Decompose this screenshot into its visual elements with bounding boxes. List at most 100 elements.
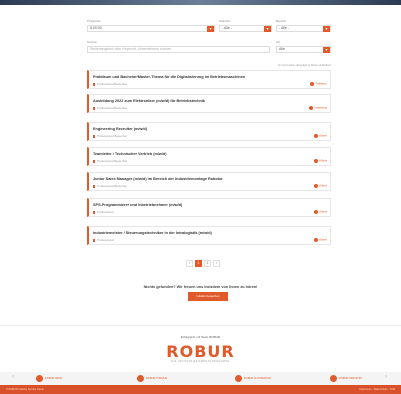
job-type-badge: Vollzeit <box>313 159 327 163</box>
site-logo-icon <box>36 375 43 382</box>
area-label: Bereich <box>276 19 287 23</box>
job-meta-text: Professional Bewerber <box>97 184 128 188</box>
job-card[interactable]: Industriemeister / Steuerungstechniker i… <box>87 226 331 245</box>
header-image-strip <box>0 0 401 5</box>
location-label: Standort <box>219 19 231 23</box>
badge-dot-icon <box>313 159 318 163</box>
badge-dot-icon <box>310 82 315 86</box>
pagination-page-2[interactable]: 2 <box>204 260 211 267</box>
area-value: - Alle - <box>279 26 289 30</box>
site-link-torque[interactable]: ROBUR TORQUE <box>137 375 167 382</box>
copyright-text: © ROBUR Industry Service Group <box>6 388 44 391</box>
job-meta: Professional Bewerber <box>93 82 127 86</box>
job-title: SPS-Programmierer und Inbetriebnehmer (m… <box>93 203 183 207</box>
job-meta: Professional Bewerber <box>93 184 127 188</box>
site-label: ROBUR TORQUE <box>146 377 168 380</box>
job-title: Teamleiter / Technischer Vertrieb (m/w/d… <box>93 152 167 156</box>
position-select[interactable]: 8.00.00 ▾ <box>87 25 215 32</box>
footer-divider <box>0 325 401 326</box>
pin-icon <box>93 184 95 188</box>
job-card[interactable]: SPS-Programmierer und Inbetriebnehmer (m… <box>87 198 331 217</box>
filter-note: Nur bei Cookies akzeptiert ist Stellen a… <box>277 64 331 67</box>
job-type-badge: Praktikum <box>310 82 327 86</box>
job-meta-text: Professional <box>97 238 114 242</box>
logo-subtitle: DIE INDUSTRIEKOMPETENZGRUPPE <box>171 360 230 363</box>
filter-panel: Positionen 8.00.00 ▾ Standort - Alle - ▾… <box>87 19 331 65</box>
job-meta-text: Professional Bewerber <box>97 82 128 86</box>
pagination-page-1[interactable]: 1 <box>195 260 202 267</box>
pagination-next-button[interactable]: › <box>213 260 220 267</box>
job-type-text: Ausbildung <box>314 106 327 110</box>
pin-icon <box>93 106 95 110</box>
job-type-text: Vollzeit <box>318 159 327 163</box>
job-title: Engineering Recruiter (m/w/d) <box>93 127 148 131</box>
job-card[interactable]: Teamleiter / Technischer Vertrieb (m/w/d… <box>87 147 331 166</box>
type-value: Alle <box>279 47 285 51</box>
pagination: ‹ 1 2 › <box>186 260 220 267</box>
site-logo-icon <box>235 375 242 382</box>
job-title: Industriemeister / Steuerungstechniker i… <box>93 231 212 235</box>
carousel-prev-icon[interactable]: ‹ <box>12 374 14 380</box>
type-select[interactable]: Alle ▾ <box>276 46 331 53</box>
job-meta: Professional <box>93 238 114 242</box>
bottom-bar: © ROBUR Industry Service Group Impressum… <box>0 385 401 394</box>
robur-logo[interactable]: ROBUR <box>0 342 401 361</box>
position-label: Positionen <box>87 19 102 23</box>
location-select[interactable]: - Alle - ▾ <box>219 25 272 32</box>
chevron-down-icon: ▾ <box>323 47 330 53</box>
job-card[interactable]: Junior Sales Manager (m/w/d) im Bereich … <box>87 172 331 191</box>
job-type-text: Vollzeit <box>318 210 327 214</box>
site-label: ROBUR AUTOMATION <box>244 377 271 380</box>
legal-links[interactable]: Impressum · Datenschutz · AGB <box>359 388 395 391</box>
carousel-next-icon[interactable]: › <box>385 374 387 380</box>
site-link-wind[interactable]: ROBUR WIND <box>36 375 62 382</box>
search-label: Suchen <box>87 40 98 44</box>
pin-icon <box>93 82 95 86</box>
job-meta-text: Professional <box>97 210 114 214</box>
job-meta-text: Professional Bewerber <box>97 159 128 163</box>
chevron-down-icon: ▾ <box>207 26 214 32</box>
pagination-prev-button[interactable]: ‹ <box>186 260 193 267</box>
job-title: Ausbildung 2022 zum Elektroniker (m/w/d)… <box>93 99 206 103</box>
job-meta: Professional Bewerber <box>93 159 127 163</box>
job-type-badge: Vollzeit <box>313 210 327 214</box>
job-type-badge: Vollzeit <box>313 238 327 242</box>
job-card[interactable]: Praktikum und Bachelor/Master-Thema für … <box>87 70 331 89</box>
job-type-badge: Vollzeit <box>313 134 327 138</box>
job-meta: Professional <box>93 210 114 214</box>
job-card[interactable]: Ausbildung 2022 zum Elektroniker (m/w/d)… <box>87 94 331 113</box>
job-meta: Professional Bewerber <box>93 134 127 138</box>
badge-dot-icon <box>313 238 318 242</box>
job-type-text: Vollzeit <box>318 238 327 242</box>
pin-icon <box>93 134 95 138</box>
cta-text: Nichts gefunden? Wir freuen uns trotzdem… <box>143 285 258 289</box>
footer-tagline: Erfolgreich mit Team ROBUR <box>181 335 220 339</box>
chevron-down-icon: ▾ <box>264 26 271 32</box>
area-select[interactable]: - Alle - ▾ <box>276 25 331 32</box>
pin-icon <box>93 238 95 242</box>
badge-dot-icon <box>309 106 314 110</box>
search-input[interactable]: Stellenangebot oder Keyword, Unternehmen… <box>87 46 270 53</box>
job-type-text: Vollzeit <box>318 184 327 188</box>
group-sites-carousel: ‹ ROBUR WIND ROBUR TORQUE ROBUR AUTOMATI… <box>0 372 401 385</box>
job-title: Junior Sales Manager (m/w/d) im Bereich … <box>93 177 223 181</box>
type-label: Art <box>276 40 280 44</box>
site-logo-icon <box>330 375 337 382</box>
job-meta: Professional Bewerber <box>93 106 127 110</box>
job-card[interactable]: Engineering Recruiter (m/w/d) Profession… <box>87 122 331 141</box>
site-label: ROBUR INDUSTRY <box>339 377 363 380</box>
initiative-apply-button[interactable]: Initiativ bewerben <box>188 292 228 301</box>
badge-dot-icon <box>313 210 318 214</box>
job-meta-text: Professional Bewerber <box>97 106 128 110</box>
badge-dot-icon <box>313 134 318 138</box>
job-type-badge: Vollzeit <box>313 184 327 188</box>
job-type-text: Vollzeit <box>318 134 327 138</box>
chevron-down-icon: ▾ <box>323 26 330 32</box>
site-link-industry[interactable]: ROBUR INDUSTRY <box>330 375 362 382</box>
job-type-badge: Ausbildung <box>309 106 327 110</box>
badge-dot-icon <box>313 184 318 188</box>
site-link-automation[interactable]: ROBUR AUTOMATION <box>235 375 271 382</box>
position-value: 8.00.00 <box>90 26 102 30</box>
pin-icon <box>93 210 95 214</box>
job-title: Praktikum und Bachelor/Master-Thema für … <box>93 75 246 79</box>
